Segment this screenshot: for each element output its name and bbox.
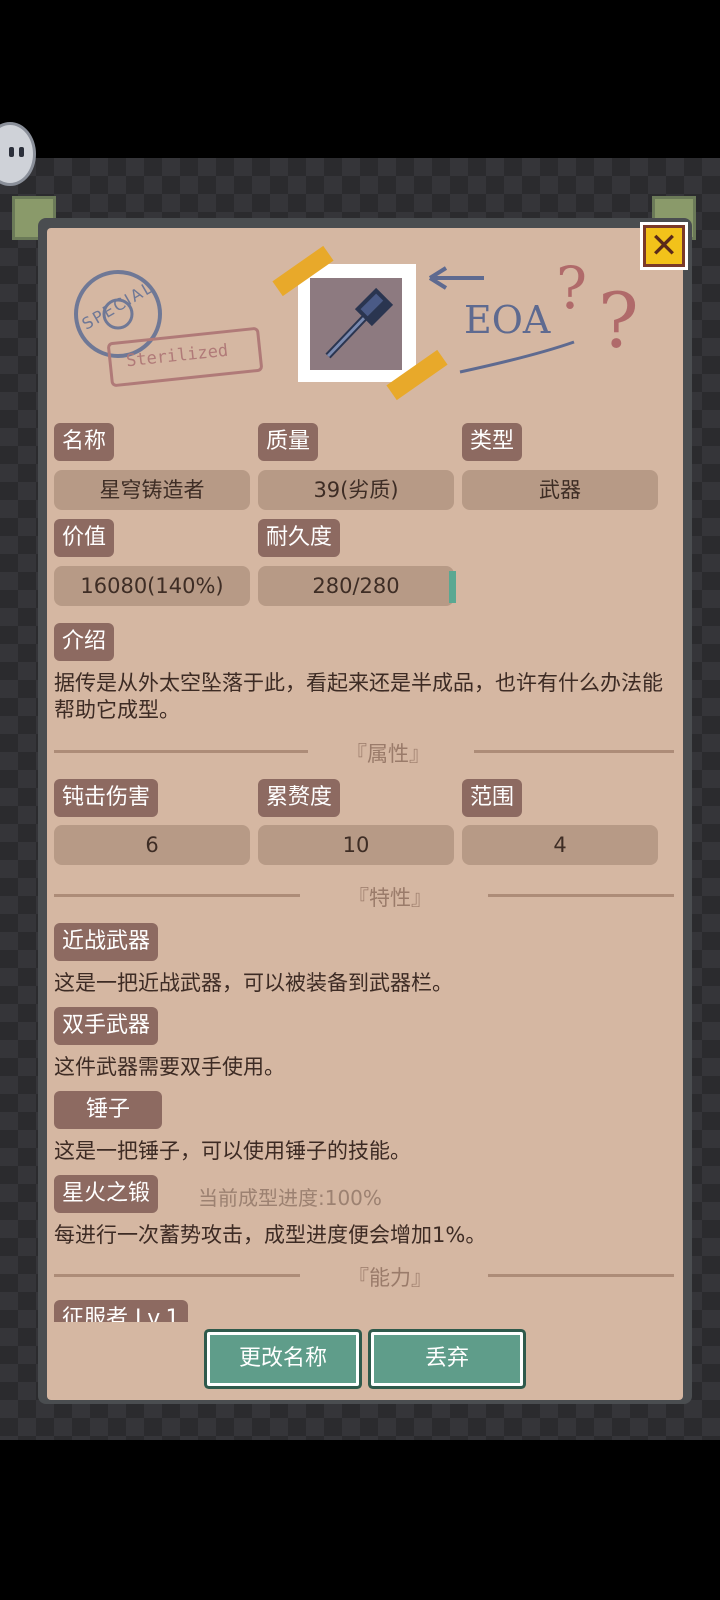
durability-value: 280/280 — [258, 566, 454, 606]
close-icon: ✕ — [649, 226, 679, 266]
quality-value: 39(劣质) — [258, 470, 454, 510]
name-value: 星穹铸造者 — [54, 470, 250, 510]
name-label: 名称 — [54, 423, 115, 461]
attributes-title: 『属性』 — [54, 738, 674, 766]
trait-label: 星火之锻 — [54, 1175, 159, 1213]
abilities-title: 『能力』 — [54, 1262, 674, 1290]
divider — [54, 750, 308, 753]
close-button[interactable]: ✕ — [640, 222, 688, 270]
type-value: 武器 — [462, 470, 658, 510]
hammer-icon — [325, 287, 394, 359]
abilities-title-text: 『能力』 — [348, 1266, 432, 1290]
item-icon-frame — [298, 264, 416, 382]
stamp: SPECIAL Sterilized — [70, 266, 270, 391]
trait-label: 双手武器 — [54, 1007, 159, 1045]
divider — [488, 1274, 674, 1277]
forge-progress-text: 当前成型进度:100% — [198, 1186, 382, 1210]
divider — [54, 1274, 300, 1277]
stat-label: 钝击伤害 — [54, 779, 159, 817]
ability-label[interactable]: 征服者 Lv.1 — [54, 1300, 188, 1322]
discard-button-label: 丢弃 — [424, 1346, 469, 1371]
trait-desc: 这件武器需要双手使用。 — [54, 1055, 285, 1079]
value-value: 16080(140%) — [54, 566, 250, 606]
question-mark-icon: ? — [598, 276, 639, 365]
traits-title-text: 『特性』 — [348, 886, 432, 910]
durability-bar — [449, 571, 456, 603]
stat-value: 10 — [258, 825, 454, 865]
trait-desc: 这是一把近战武器，可以被装备到武器栏。 — [54, 971, 453, 995]
attributes-title-text: 『属性』 — [346, 742, 430, 766]
trait-label: 锤子 — [54, 1091, 162, 1129]
traits-title: 『特性』 — [54, 882, 674, 910]
divider — [54, 894, 300, 897]
value-label: 价值 — [54, 519, 115, 557]
stat-label: 累赘度 — [258, 779, 341, 817]
ability-clip: 征服者 Lv.1 — [54, 1300, 274, 1322]
durability-label: 耐久度 — [258, 519, 341, 557]
stat-value: 6 — [54, 825, 250, 865]
scribble-art: EOA ? ? — [424, 254, 654, 382]
type-label: 类型 — [462, 423, 523, 461]
scribble-text: EOA — [464, 298, 551, 342]
quality-label: 质量 — [258, 423, 319, 461]
stat-label: 范围 — [462, 779, 523, 817]
trait-desc: 这是一把锤子，可以使用锤子的技能。 — [54, 1139, 411, 1163]
stat-value: 4 — [462, 825, 658, 865]
special-stamp-icon — [74, 270, 263, 387]
rename-button[interactable]: 更改名称 — [207, 1332, 359, 1386]
divider — [488, 894, 674, 897]
rename-button-label: 更改名称 — [238, 1346, 327, 1371]
divider — [474, 750, 674, 753]
discard-button[interactable]: 丢弃 — [371, 1332, 523, 1386]
trait-desc: 每进行一次蓄势攻击，成型进度便会增加1%。 — [54, 1223, 487, 1247]
trait-label: 近战武器 — [54, 923, 159, 961]
item-icon-bg — [310, 278, 402, 370]
question-mark-icon: ? — [556, 254, 588, 322]
intro-label: 介绍 — [54, 623, 115, 661]
intro-text: 据传是从外太空坠落于此，看起来还是半成品，也许有什么办法能帮助它成型。 — [54, 671, 663, 722]
